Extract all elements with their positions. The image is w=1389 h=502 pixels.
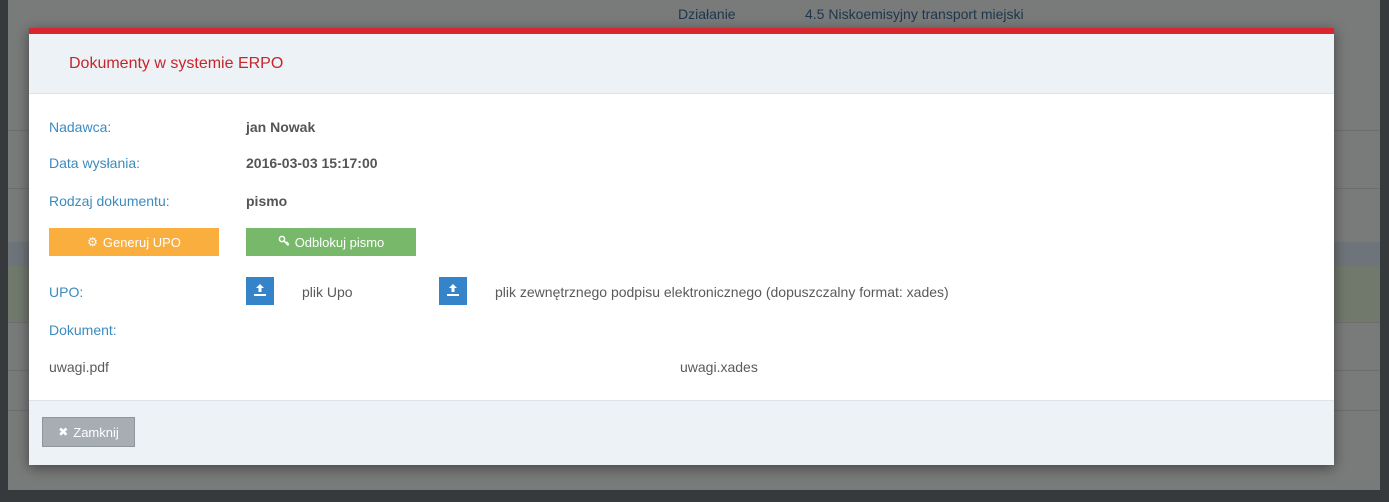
modal-footer: ✖ Zamknij [29,400,1334,465]
upload-external-signature-button[interactable] [439,277,467,305]
modal-body: Nadawca: jan Nowak Data wysłania: 2016-0… [29,94,1334,400]
external-signature-label: plik zewnętrznego podpisu elektroniczneg… [495,284,949,300]
upo-label: UPO: [49,284,84,300]
sent-date-value: 2016-03-03 15:17:00 [246,155,378,171]
signature-file-link[interactable]: uwagi.xades [680,359,758,375]
generate-upo-button[interactable]: ⚙ Generuj UPO [49,228,219,256]
unlock-label: Odblokuj pismo [294,234,385,250]
close-button[interactable]: ✖ Zamknij [42,417,135,447]
doc-type-value: pismo [246,193,288,209]
unlock-document-button[interactable]: Odblokuj pismo [246,228,416,256]
document-file-link[interactable]: uwagi.pdf [49,359,109,375]
modal-header: Dokumenty w systemie ERPO [29,34,1334,94]
close-icon: ✖ [58,425,69,439]
key-icon [278,235,290,250]
modal-title: Dokumenty w systemie ERPO [69,54,284,72]
gear-icon: ⚙ [87,235,98,249]
upload-icon [446,283,460,300]
erpo-documents-modal: Dokumenty w systemie ERPO Nadawca: jan N… [29,28,1334,465]
upo-file-label: plik Upo [302,284,353,300]
sent-date-label: Data wysłania: [49,155,141,171]
doc-type-label: Rodzaj dokumentu: [49,193,170,209]
upload-upo-button[interactable] [246,277,274,305]
sender-label: Nadawca: [49,119,112,135]
generate-upo-label: Generuj UPO [102,234,181,250]
sender-value: jan Nowak [246,119,316,135]
document-label: Dokument: [49,322,117,338]
upload-icon [253,283,267,300]
close-label: Zamknij [73,424,119,440]
